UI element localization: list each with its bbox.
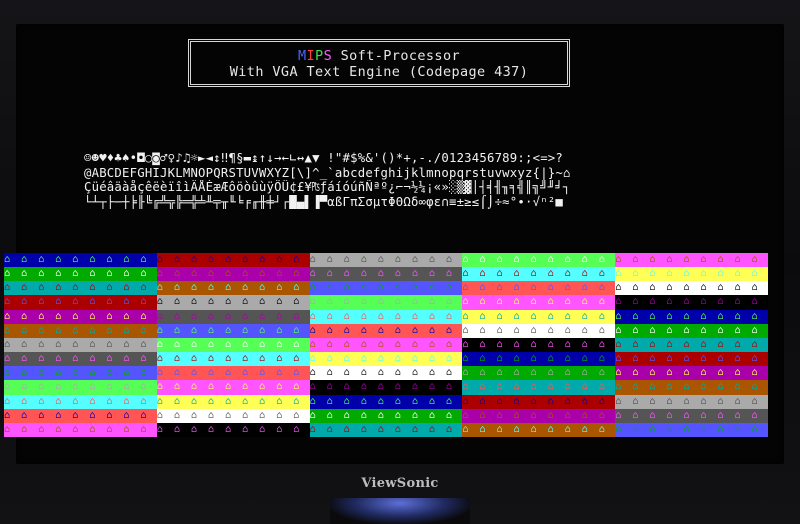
color-test-cell: ⌂ ⌂ ⌂ ⌂ ⌂ ⌂ ⌂ ⌂ ⌂ ⌂ bbox=[4, 408, 158, 424]
color-test-cell: ⌂ ⌂ ⌂ ⌂ ⌂ ⌂ ⌂ ⌂ ⌂ ⌂ bbox=[4, 267, 158, 282]
color-test-cell: ⌂ ⌂ ⌂ ⌂ ⌂ ⌂ ⌂ ⌂ ⌂ ⌂ bbox=[462, 380, 616, 396]
color-test-cell: ⌂ ⌂ ⌂ ⌂ ⌂ ⌂ ⌂ ⌂ ⌂ ⌂ bbox=[462, 366, 616, 381]
color-test-cell: ⌂ ⌂ ⌂ ⌂ ⌂ ⌂ ⌂ ⌂ ⌂ ⌂ bbox=[309, 408, 463, 424]
color-test-cell: ⌂ ⌂ ⌂ ⌂ ⌂ ⌂ ⌂ ⌂ ⌂ ⌂ bbox=[156, 267, 311, 282]
color-test-cell: ⌂ ⌂ ⌂ ⌂ ⌂ ⌂ ⌂ ⌂ ⌂ ⌂ bbox=[615, 253, 769, 268]
color-test-grid: ⌂ ⌂ ⌂ ⌂ ⌂ ⌂ ⌂ ⌂ ⌂ ⌂ ⌂ ⌂ ⌂ ⌂ ⌂ ⌂ ⌂ ⌂ ⌂ ⌂ … bbox=[4, 253, 769, 438]
color-test-cell: ⌂ ⌂ ⌂ ⌂ ⌂ ⌂ ⌂ ⌂ ⌂ ⌂ bbox=[4, 281, 158, 296]
color-test-cell: ⌂ ⌂ ⌂ ⌂ ⌂ ⌂ ⌂ ⌂ ⌂ ⌂ bbox=[309, 323, 463, 339]
color-test-cell: ⌂ ⌂ ⌂ ⌂ ⌂ ⌂ ⌂ ⌂ ⌂ ⌂ bbox=[309, 281, 463, 296]
color-test-cell: ⌂ ⌂ ⌂ ⌂ ⌂ ⌂ ⌂ ⌂ ⌂ ⌂ bbox=[462, 281, 616, 296]
color-test-cell: ⌂ ⌂ ⌂ ⌂ ⌂ ⌂ ⌂ ⌂ ⌂ ⌂ bbox=[156, 309, 311, 325]
color-test-cell: ⌂ ⌂ ⌂ ⌂ ⌂ ⌂ ⌂ ⌂ ⌂ ⌂ bbox=[4, 309, 158, 325]
color-test-cell: ⌂ ⌂ ⌂ ⌂ ⌂ ⌂ ⌂ ⌂ ⌂ ⌂ bbox=[4, 352, 158, 367]
color-test-cell: ⌂ ⌂ ⌂ ⌂ ⌂ ⌂ ⌂ ⌂ ⌂ ⌂ bbox=[156, 352, 311, 367]
title-line-1: MIPS Soft-Processor bbox=[191, 48, 567, 64]
color-test-cell: ⌂ ⌂ ⌂ ⌂ ⌂ ⌂ ⌂ ⌂ ⌂ ⌂ bbox=[462, 352, 616, 367]
color-test-cell: ⌂ ⌂ ⌂ ⌂ ⌂ ⌂ ⌂ ⌂ ⌂ ⌂ bbox=[615, 366, 769, 381]
color-test-cell: ⌂ ⌂ ⌂ ⌂ ⌂ ⌂ ⌂ ⌂ ⌂ ⌂ bbox=[462, 295, 616, 311]
color-test-cell: ⌂ ⌂ ⌂ ⌂ ⌂ ⌂ ⌂ ⌂ ⌂ ⌂ bbox=[4, 253, 158, 268]
title-letter-p: P bbox=[315, 48, 324, 64]
color-test-cell: ⌂ ⌂ ⌂ ⌂ ⌂ ⌂ ⌂ ⌂ ⌂ ⌂ bbox=[156, 422, 311, 438]
color-test-cell: ⌂ ⌂ ⌂ ⌂ ⌂ ⌂ ⌂ ⌂ ⌂ ⌂ bbox=[462, 394, 616, 410]
title-text: Soft-Processor bbox=[332, 48, 461, 64]
color-test-cell: ⌂ ⌂ ⌂ ⌂ ⌂ ⌂ ⌂ ⌂ ⌂ ⌂ bbox=[4, 422, 158, 438]
color-test-cell: ⌂ ⌂ ⌂ ⌂ ⌂ ⌂ ⌂ ⌂ ⌂ ⌂ bbox=[156, 337, 311, 353]
title-box: MIPS Soft-Processor With VGA Text Engine… bbox=[188, 39, 570, 87]
color-test-cell: ⌂ ⌂ ⌂ ⌂ ⌂ ⌂ ⌂ ⌂ ⌂ ⌂ bbox=[156, 408, 311, 424]
color-test-cell: ⌂ ⌂ ⌂ ⌂ ⌂ ⌂ ⌂ ⌂ ⌂ ⌂ bbox=[462, 309, 616, 325]
charset-row: ☺☻♥♦♣♠•◘○◙♂♀♪♫☼►◄↕‼¶§▬↨↑↓→←∟↔▲▼ !"#$%&'(… bbox=[84, 151, 564, 165]
color-test-cell: ⌂ ⌂ ⌂ ⌂ ⌂ ⌂ ⌂ ⌂ ⌂ ⌂ bbox=[309, 309, 463, 325]
color-test-cell: ⌂ ⌂ ⌂ ⌂ ⌂ ⌂ ⌂ ⌂ ⌂ ⌂ bbox=[4, 394, 158, 410]
charset-row: ÇüéâäàåçêëèïîìÄÅÉæÆôöòûùÿÖÜ¢£¥₧ƒáíóúñÑªº… bbox=[84, 180, 571, 194]
color-test-cell: ⌂ ⌂ ⌂ ⌂ ⌂ ⌂ ⌂ ⌂ ⌂ ⌂ bbox=[309, 352, 463, 367]
color-test-cell: ⌂ ⌂ ⌂ ⌂ ⌂ ⌂ ⌂ ⌂ ⌂ ⌂ bbox=[462, 253, 616, 268]
color-test-cell: ⌂ ⌂ ⌂ ⌂ ⌂ ⌂ ⌂ ⌂ ⌂ ⌂ bbox=[462, 337, 616, 353]
monitor-brand-logo: ViewSonic bbox=[361, 476, 439, 491]
color-test-cell: ⌂ ⌂ ⌂ ⌂ ⌂ ⌂ ⌂ ⌂ ⌂ ⌂ bbox=[462, 422, 616, 438]
color-test-cell: ⌂ ⌂ ⌂ ⌂ ⌂ ⌂ ⌂ ⌂ ⌂ ⌂ bbox=[156, 394, 311, 410]
color-test-cell: ⌂ ⌂ ⌂ ⌂ ⌂ ⌂ ⌂ ⌂ ⌂ ⌂ bbox=[615, 309, 769, 325]
color-test-cell: ⌂ ⌂ ⌂ ⌂ ⌂ ⌂ ⌂ ⌂ ⌂ ⌂ bbox=[615, 295, 769, 311]
monitor-stand-light bbox=[330, 498, 470, 524]
color-test-cell: ⌂ ⌂ ⌂ ⌂ ⌂ ⌂ ⌂ ⌂ ⌂ ⌂ bbox=[309, 366, 463, 381]
title-letter-s: S bbox=[323, 48, 333, 64]
color-test-cell: ⌂ ⌂ ⌂ ⌂ ⌂ ⌂ ⌂ ⌂ ⌂ ⌂ bbox=[309, 380, 463, 396]
color-test-cell: ⌂ ⌂ ⌂ ⌂ ⌂ ⌂ ⌂ ⌂ ⌂ ⌂ bbox=[615, 422, 769, 438]
title-letter-m: M bbox=[297, 48, 307, 64]
title-letter-i: I bbox=[306, 48, 316, 64]
codepage-437-charset: ☺☻♥♦♣♠•◘○◙♂♀♪♫☼►◄↕‼¶§▬↨↑↓→←∟↔▲▼ !"#$%&'(… bbox=[84, 151, 704, 209]
color-test-cell: ⌂ ⌂ ⌂ ⌂ ⌂ ⌂ ⌂ ⌂ ⌂ ⌂ bbox=[4, 337, 158, 353]
color-test-cell: ⌂ ⌂ ⌂ ⌂ ⌂ ⌂ ⌂ ⌂ ⌂ ⌂ bbox=[462, 267, 616, 282]
color-test-cell: ⌂ ⌂ ⌂ ⌂ ⌂ ⌂ ⌂ ⌂ ⌂ ⌂ bbox=[309, 394, 463, 410]
color-test-cell: ⌂ ⌂ ⌂ ⌂ ⌂ ⌂ ⌂ ⌂ ⌂ ⌂ bbox=[309, 422, 463, 438]
color-test-cell: ⌂ ⌂ ⌂ ⌂ ⌂ ⌂ ⌂ ⌂ ⌂ ⌂ bbox=[615, 267, 769, 282]
color-test-cell: ⌂ ⌂ ⌂ ⌂ ⌂ ⌂ ⌂ ⌂ ⌂ ⌂ bbox=[156, 253, 311, 268]
color-test-cell: ⌂ ⌂ ⌂ ⌂ ⌂ ⌂ ⌂ ⌂ ⌂ ⌂ bbox=[615, 281, 769, 296]
color-test-cell: ⌂ ⌂ ⌂ ⌂ ⌂ ⌂ ⌂ ⌂ ⌂ ⌂ bbox=[615, 380, 769, 396]
color-test-cell: ⌂ ⌂ ⌂ ⌂ ⌂ ⌂ ⌂ ⌂ ⌂ ⌂ bbox=[615, 323, 769, 339]
color-test-cell: ⌂ ⌂ ⌂ ⌂ ⌂ ⌂ ⌂ ⌂ ⌂ ⌂ bbox=[156, 281, 311, 296]
color-test-cell: ⌂ ⌂ ⌂ ⌂ ⌂ ⌂ ⌂ ⌂ ⌂ ⌂ bbox=[615, 352, 769, 367]
color-test-cell: ⌂ ⌂ ⌂ ⌂ ⌂ ⌂ ⌂ ⌂ ⌂ ⌂ bbox=[462, 408, 616, 424]
color-test-cell: ⌂ ⌂ ⌂ ⌂ ⌂ ⌂ ⌂ ⌂ ⌂ ⌂ bbox=[615, 408, 769, 424]
charset-row: └┴┬├─┼╞╟╚╔╩╦╠═╬╧╨╤╥╙╘╒╓╫╪┘┌█▄▌▐▀αßΓπΣσµτ… bbox=[84, 194, 564, 209]
color-test-cell: ⌂ ⌂ ⌂ ⌂ ⌂ ⌂ ⌂ ⌂ ⌂ ⌂ bbox=[309, 295, 463, 311]
color-test-cell: ⌂ ⌂ ⌂ ⌂ ⌂ ⌂ ⌂ ⌂ ⌂ ⌂ bbox=[156, 323, 311, 339]
color-test-cell: ⌂ ⌂ ⌂ ⌂ ⌂ ⌂ ⌂ ⌂ ⌂ ⌂ bbox=[462, 323, 616, 339]
color-test-cell: ⌂ ⌂ ⌂ ⌂ ⌂ ⌂ ⌂ ⌂ ⌂ ⌂ bbox=[4, 323, 158, 339]
color-test-cell: ⌂ ⌂ ⌂ ⌂ ⌂ ⌂ ⌂ ⌂ ⌂ ⌂ bbox=[309, 337, 463, 353]
color-test-cell: ⌂ ⌂ ⌂ ⌂ ⌂ ⌂ ⌂ ⌂ ⌂ ⌂ bbox=[615, 337, 769, 353]
color-test-cell: ⌂ ⌂ ⌂ ⌂ ⌂ ⌂ ⌂ ⌂ ⌂ ⌂ bbox=[309, 267, 463, 282]
color-test-cell: ⌂ ⌂ ⌂ ⌂ ⌂ ⌂ ⌂ ⌂ ⌂ ⌂ bbox=[4, 295, 158, 311]
color-test-cell: ⌂ ⌂ ⌂ ⌂ ⌂ ⌂ ⌂ ⌂ ⌂ ⌂ bbox=[4, 380, 158, 396]
color-test-cell: ⌂ ⌂ ⌂ ⌂ ⌂ ⌂ ⌂ ⌂ ⌂ ⌂ bbox=[156, 366, 311, 381]
color-test-cell: ⌂ ⌂ ⌂ ⌂ ⌂ ⌂ ⌂ ⌂ ⌂ ⌂ bbox=[156, 295, 311, 311]
color-test-cell: ⌂ ⌂ ⌂ ⌂ ⌂ ⌂ ⌂ ⌂ ⌂ ⌂ bbox=[156, 380, 311, 396]
color-test-cell: ⌂ ⌂ ⌂ ⌂ ⌂ ⌂ ⌂ ⌂ ⌂ ⌂ bbox=[615, 394, 769, 410]
charset-row: @ABCDEFGHIJKLMNOPQRSTUVWXYZ[\]^_`abcdefg… bbox=[84, 165, 571, 180]
color-test-cell: ⌂ ⌂ ⌂ ⌂ ⌂ ⌂ ⌂ ⌂ ⌂ ⌂ bbox=[309, 253, 463, 268]
color-test-cell: ⌂ ⌂ ⌂ ⌂ ⌂ ⌂ ⌂ ⌂ ⌂ ⌂ bbox=[4, 366, 158, 381]
title-line-2: With VGA Text Engine (Codepage 437) bbox=[229, 64, 529, 80]
